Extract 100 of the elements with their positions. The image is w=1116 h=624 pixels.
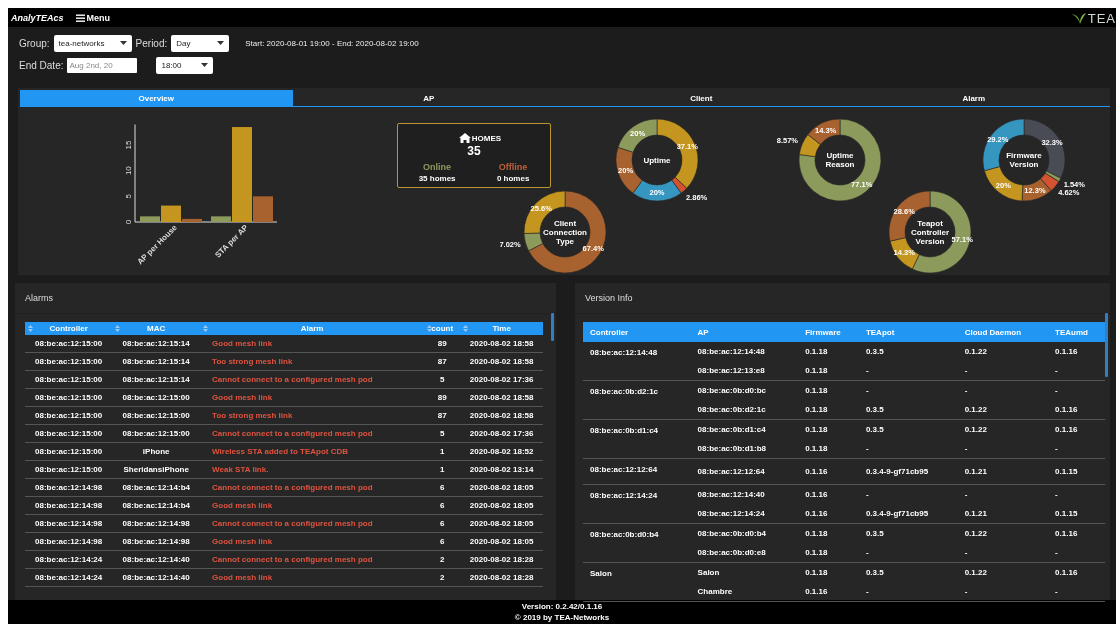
table-cell: 0.1.18 — [798, 543, 859, 563]
table-cell: 2020-08-02 18:05 — [460, 514, 543, 533]
table-cell: 08:be:ac:12:14:40 — [112, 568, 201, 587]
select-field[interactable]: Day — [171, 34, 230, 52]
stat-value: 0 homes — [496, 174, 530, 183]
column-header: Controller — [583, 322, 691, 342]
scrollbar[interactable] — [1105, 313, 1108, 377]
caret-icon — [201, 63, 209, 67]
table-cell: 0.3.5 — [858, 342, 958, 361]
table-cell: 0.1.15 — [1048, 504, 1105, 524]
table-cell: 08:be:ac:12:14:98 — [112, 514, 201, 533]
sort-icon — [427, 325, 433, 332]
table-cell: 0.1.16 — [798, 458, 859, 485]
table-cell: 08:be:ac:0b:d0:e8 — [690, 543, 799, 563]
table-cell: 08:be:ac:12:14:98 — [25, 478, 113, 497]
house-icon — [458, 133, 471, 143]
axis-tick-label: 0 — [124, 219, 133, 225]
table-cell: Too strong mesh link — [200, 406, 425, 425]
stat-value: 35 homes — [418, 174, 456, 183]
table-cell: 08:be:ac:0b:d1:c4 — [690, 419, 799, 439]
column-header: AP — [690, 322, 799, 342]
chart-title: Teapot Controller Version — [910, 218, 950, 246]
table-cell: 08:be:ac:12:15:00 — [25, 352, 113, 371]
table-cell: 0.1.18 — [798, 419, 859, 439]
table-cell: 2 — [424, 568, 461, 587]
table-cell: iPhone — [112, 442, 201, 461]
table-cell: 0.1.18 — [798, 439, 859, 459]
table-cell: Cannot connect to a configured mesh pod — [200, 550, 425, 569]
table-cell: 08:be:ac:12:13:e8 — [690, 361, 799, 381]
caret-icon — [119, 41, 127, 45]
table-cell: Too strong mesh link — [200, 352, 425, 371]
table-cell: 08:be:ac:12:14:24 — [25, 550, 113, 569]
table-cell: 08:be:ac:12:14:24 — [690, 504, 799, 524]
table-cell: 87 — [424, 352, 461, 371]
table-cell: 0.1.18 — [798, 400, 859, 420]
app-title: AnalyTEAcs — [11, 12, 64, 23]
table-cell: 5 — [424, 370, 461, 389]
card-title: HOMES — [471, 134, 502, 143]
table-cell: 08:be:ac:12:14:40 — [690, 484, 799, 504]
tab[interactable]: AP — [292, 90, 565, 106]
stat-label: Online — [423, 162, 452, 172]
date-field[interactable]: Aug 2nd, 20 — [67, 57, 138, 73]
table-cell: 0.3.5 — [858, 419, 958, 439]
tab[interactable]: Client — [565, 90, 838, 106]
table-cell: 0.1.16 — [1048, 419, 1105, 439]
table-cell: - — [858, 543, 958, 563]
sort-icon — [463, 325, 469, 332]
chart-title: Uptime Reason — [825, 151, 855, 170]
table-cell: 08:be:ac:12:12:64 — [690, 458, 799, 485]
table-cell: 2020-08-02 18:58 — [460, 335, 543, 353]
table-cell: 0.1.16 — [1048, 562, 1105, 582]
table-cell: 0.1.16 — [798, 504, 859, 524]
table-cell: SheridansiPhone — [112, 460, 201, 479]
table-cell: - — [858, 361, 958, 381]
field-label: Period: — [135, 37, 168, 49]
column-header: Firmware — [798, 322, 859, 342]
table-cell: 2020-08-02 18:28 — [460, 550, 543, 569]
table-cell: 08:be:ac:12:15:00 — [25, 406, 113, 425]
column-header: Cloud Daemon — [957, 322, 1049, 342]
table-cell: - — [1048, 439, 1105, 459]
table-cell: 0.1.22 — [957, 562, 1049, 582]
table-cell: 08:be:ac:12:14:40 — [112, 550, 201, 569]
chart-title: Uptime — [643, 155, 671, 165]
table-cell: 0.1.22 — [957, 342, 1049, 361]
table-cell: 0.1.22 — [957, 400, 1049, 420]
table-cell: 0.3.4-9-gf71cb95 — [858, 504, 958, 524]
table-cell: 6 — [424, 496, 461, 515]
table-cell: 89 — [424, 335, 461, 353]
table-cell: 2020-08-02 18:58 — [460, 406, 543, 425]
sort-icon — [203, 325, 209, 332]
table-cell: 08:be:ac:12:15:14 — [112, 335, 201, 353]
table-cell: 0.1.18 — [798, 380, 859, 400]
axis-tick-label: 10 — [124, 166, 133, 176]
table-cell: 0.1.16 — [1048, 342, 1105, 361]
table-cell: - — [858, 380, 958, 400]
table-cell: 08:be:ac:12:15:00 — [25, 370, 113, 389]
table-cell: 2020-08-02 18:58 — [460, 388, 543, 407]
table-cell: 0.1.18 — [798, 562, 859, 582]
select-field[interactable]: 18:00 — [156, 56, 214, 74]
table-cell: 08:be:ac:12:12:64 — [583, 458, 691, 485]
table-cell: Cannot connect to a configured mesh pod — [200, 514, 425, 533]
table-cell: - — [957, 484, 1049, 504]
table-cell: 0.1.16 — [1048, 523, 1105, 543]
tab[interactable]: Alarm — [837, 90, 1110, 106]
table-cell: - — [858, 484, 958, 504]
table-cell: 08:be:ac:12:14:98 — [25, 532, 113, 551]
scrollbar[interactable] — [551, 313, 554, 341]
table-cell: 08:be:ac:12:14:b4 — [112, 496, 201, 515]
table-cell: 08:be:ac:12:14:98 — [25, 514, 113, 533]
column-header: TEAumd — [1048, 322, 1105, 342]
table-cell: 08:be:ac:12:15:00 — [112, 388, 201, 407]
table-cell: 08:be:ac:12:15:00 — [25, 335, 113, 353]
table-cell: 0.1.21 — [957, 504, 1049, 524]
table-cell: 0.1.18 — [798, 342, 859, 361]
table-cell: Good mesh link — [200, 335, 425, 353]
sort-icon — [115, 325, 121, 332]
select-field[interactable]: tea-networks — [53, 34, 132, 52]
caret-icon — [217, 41, 225, 45]
table-cell: 5 — [424, 424, 461, 443]
table-cell: 08:be:ac:12:15:14 — [112, 352, 201, 371]
